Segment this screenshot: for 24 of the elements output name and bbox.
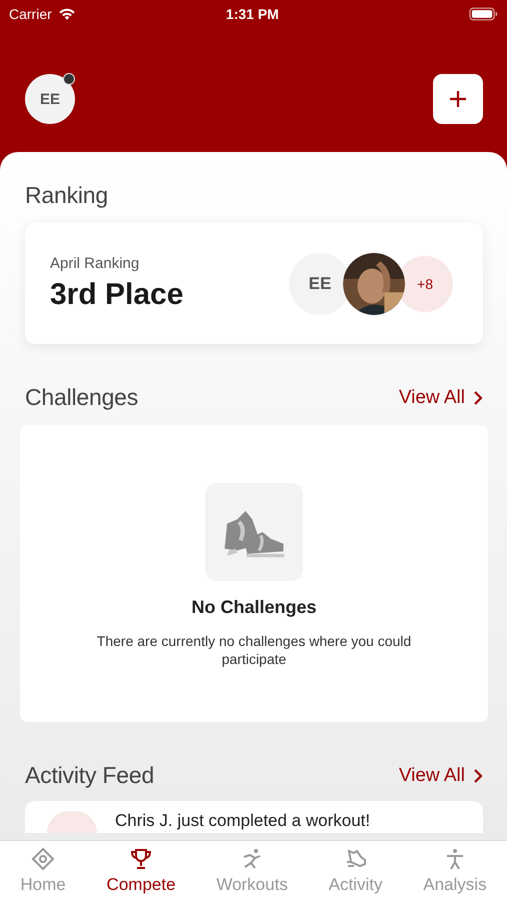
ranking-card[interactable]: April Ranking 3rd Place EE +8 <box>25 223 483 344</box>
section-title: Challenges <box>25 384 138 411</box>
status-time: 1:31 PM <box>224 6 280 22</box>
chevron-icon <box>473 768 483 784</box>
tab[interactable]: Compete <box>106 847 176 895</box>
view-all-link[interactable]: View All <box>398 386 483 408</box>
wifi-icon <box>58 8 76 20</box>
view-all-link[interactable]: View All <box>398 764 483 786</box>
empty-title: No Challenges <box>191 597 317 618</box>
profile-avatar[interactable]: EE <box>25 74 75 124</box>
battery-icon <box>469 7 498 21</box>
feed-card[interactable]: Chris J. just completed a workout! <box>25 801 483 833</box>
section-title: Activity Feed <box>25 762 154 789</box>
chevron-icon <box>473 390 483 406</box>
ranking-label: April Ranking <box>50 255 140 272</box>
plus-icon <box>448 89 468 109</box>
trophy-icon <box>129 847 154 871</box>
eye-diamond-icon <box>31 847 56 871</box>
section-title: Ranking <box>25 182 109 209</box>
ranking-place: 3rd Place <box>50 278 184 312</box>
feed-text: Chris J. just completed a workout! <box>115 811 370 831</box>
carrier-name: Carrier <box>9 6 52 22</box>
add-button[interactable] <box>433 74 483 124</box>
empty-message: There are currently no challenges where you could participate <box>96 632 412 668</box>
